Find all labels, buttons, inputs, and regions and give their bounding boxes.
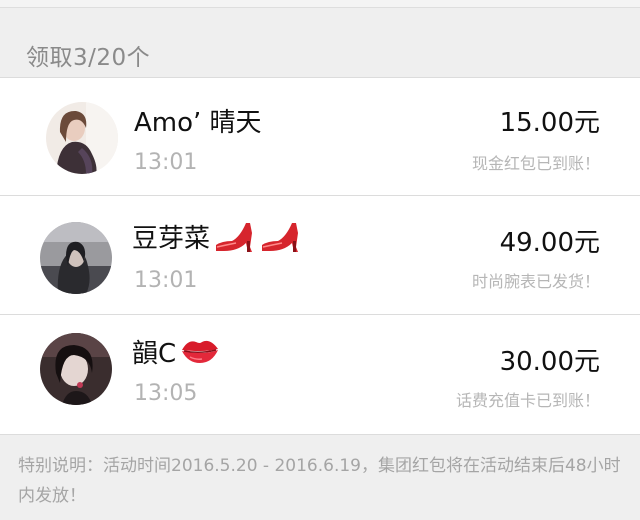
claim-time: 13:01 bbox=[134, 268, 198, 293]
high-heel-icon bbox=[260, 219, 302, 260]
list-item[interactable]: 豆芽菜 13:01 49.00元 时尚腕表已发货！ bbox=[0, 196, 640, 315]
winner-name: Amo’ 晴天 bbox=[134, 108, 262, 138]
claim-summary-header: 领取3/20个 bbox=[0, 8, 640, 78]
winner-name-text: 豆芽菜 bbox=[132, 224, 211, 254]
winner-name-text: 韻C bbox=[132, 339, 177, 369]
activity-note-text: 特别说明：活动时间2016.5.20 - 2016.6.19，集团红包将在活动结… bbox=[18, 456, 621, 506]
list-item[interactable]: 韻C 13:05 30.00元 话费充值卡已到账！ bbox=[0, 315, 640, 434]
claim-time: 13:05 bbox=[134, 381, 198, 406]
claim-time: 13:01 bbox=[134, 150, 198, 175]
avatar-image bbox=[46, 102, 118, 174]
winner-name: 韻C bbox=[132, 333, 220, 372]
avatar[interactable] bbox=[46, 102, 118, 174]
avatar-image bbox=[40, 333, 112, 405]
prize-amount: 15.00元 bbox=[499, 108, 600, 138]
winner-list: Amo’ 晴天 13:01 15.00元 现金红包已到账！ 豆芽菜 13:01 … bbox=[0, 78, 640, 434]
high-heel-icon bbox=[214, 219, 256, 260]
lips-icon bbox=[180, 337, 220, 372]
avatar[interactable] bbox=[40, 222, 112, 294]
winner-name: 豆芽菜 bbox=[132, 218, 302, 260]
avatar-image bbox=[40, 222, 112, 294]
claim-summary-text: 领取3/20个 bbox=[26, 45, 151, 71]
prize-status: 时尚腕表已发货！ bbox=[471, 272, 600, 291]
top-divider bbox=[0, 0, 640, 8]
prize-status: 话费充值卡已到账！ bbox=[455, 391, 600, 410]
activity-note: 特别说明：活动时间2016.5.20 - 2016.6.19，集团红包将在活动结… bbox=[0, 434, 640, 520]
prize-amount: 49.00元 bbox=[499, 228, 600, 258]
list-item[interactable]: Amo’ 晴天 13:01 15.00元 现金红包已到账！ bbox=[0, 78, 640, 196]
prize-status: 现金红包已到账！ bbox=[471, 154, 600, 173]
prize-amount: 30.00元 bbox=[499, 347, 600, 377]
avatar[interactable] bbox=[40, 333, 112, 405]
